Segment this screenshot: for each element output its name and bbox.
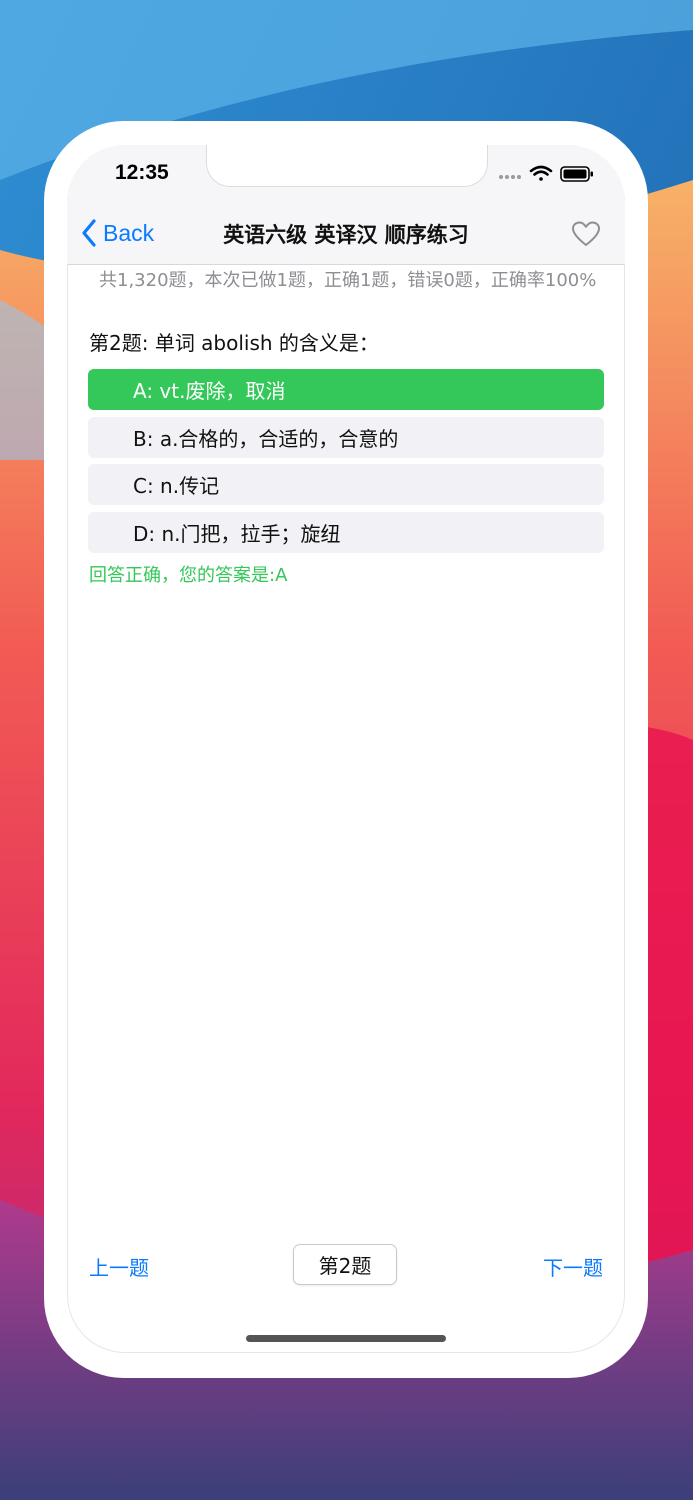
heart-outline-icon[interactable] <box>571 220 601 248</box>
home-indicator[interactable] <box>246 1335 446 1342</box>
previous-question-button[interactable]: 上一题 <box>89 1252 149 1281</box>
chevron-left-icon <box>82 219 96 247</box>
battery-icon <box>560 166 593 182</box>
page-title: 英语六级 英译汉 顺序练习 <box>223 223 469 247</box>
back-label: Back <box>103 219 155 246</box>
option-b[interactable]: B: a.合格的，合适的，合意的 <box>88 416 604 458</box>
signal-dots-icon <box>499 175 521 179</box>
status-bar: 12:35 <box>67 145 625 203</box>
option-c[interactable]: C: n.传记 <box>88 464 604 505</box>
status-time: 12:35 <box>115 161 169 184</box>
option-a[interactable]: A: vt.废除，取消 <box>88 369 604 410</box>
status-icons <box>499 165 593 182</box>
progress-stats: 共1,320题，本次已做1题，正确1题，错误0题，正确率100% <box>99 270 597 291</box>
question-text: 第2题: 单词 abolish 的含义是： <box>89 331 379 355</box>
answer-feedback: 回答正确，您的答案是:A <box>89 565 288 586</box>
answer-options: A: vt.废除，取消 B: a.合格的，合适的，合意的 C: n.传记 D: … <box>88 369 604 559</box>
option-d[interactable]: D: n.门把，拉手；旋纽 <box>88 511 604 553</box>
next-question-button[interactable]: 下一题 <box>543 1252 603 1281</box>
navigation-bar: Back 英语六级 英译汉 顺序练习 <box>67 203 625 265</box>
app-screen: 12:35 Back 英语六级 英译汉 顺序练习 共1,320题，本次已做1题，… <box>67 145 625 1353</box>
device-notch <box>206 145 488 187</box>
wifi-icon <box>529 165 553 181</box>
back-button[interactable]: Back <box>81 217 154 249</box>
current-question-button[interactable]: 第2题 <box>293 1244 397 1285</box>
